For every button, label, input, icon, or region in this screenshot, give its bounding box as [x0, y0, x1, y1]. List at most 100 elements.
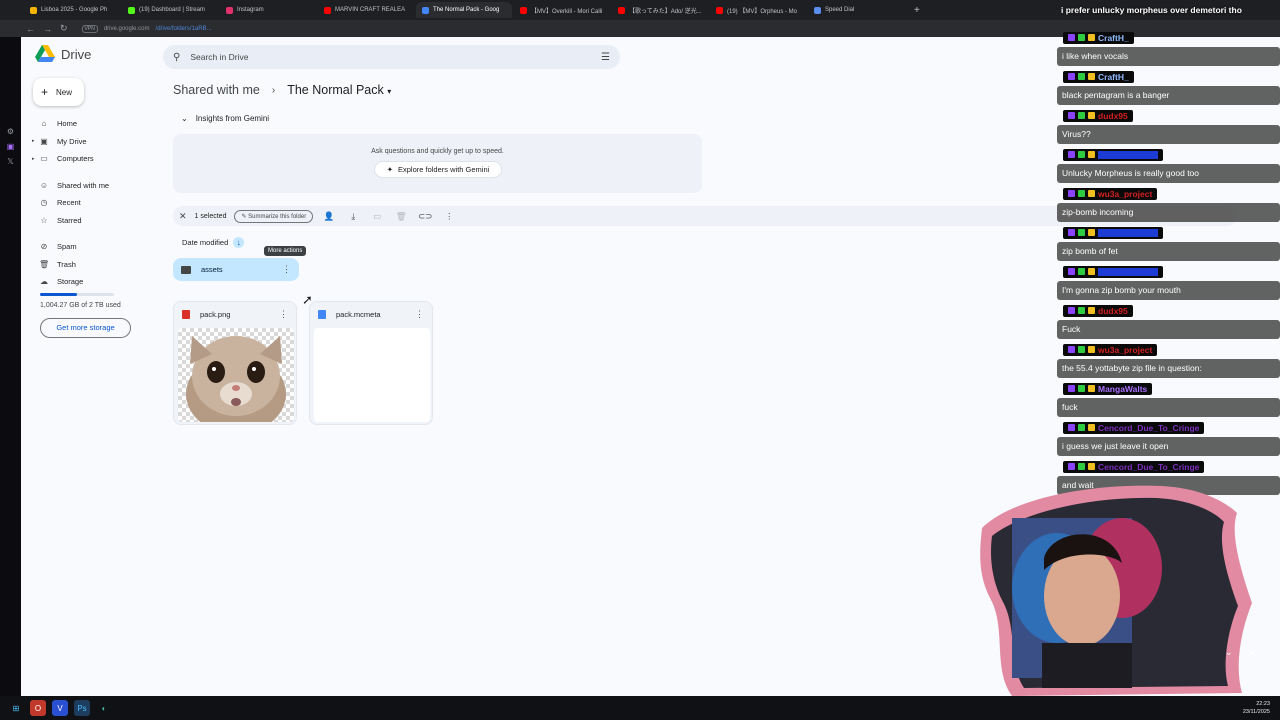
tab-favicon-icon — [30, 6, 37, 14]
chat-username[interactable]: wu3a_project — [1063, 187, 1158, 200]
sidebar-item-computers[interactable]: ▸ ▭ Computers — [31, 150, 151, 168]
back-icon[interactable]: ← — [26, 24, 35, 34]
sidebar-item-my-drive[interactable]: ▸ ▣ My Drive — [31, 133, 151, 151]
more-actions-icon[interactable]: ⋮ — [282, 264, 291, 275]
move-icon[interactable]: ▭ — [369, 211, 385, 222]
more-actions-icon[interactable]: ⋮ — [279, 309, 288, 320]
sidebar-item-starred[interactable]: ☆ Starred — [31, 212, 151, 230]
search-bar[interactable]: ⚲ Search in Drive ☰ — [163, 45, 620, 69]
stream-chat: CraftH_ i like when vocals CraftH_ black pe… — [1057, 28, 1280, 496]
delete-icon[interactable]: 🗑 — [393, 211, 409, 222]
chat-badge-icon — [1068, 190, 1075, 197]
close-icon[interactable]: ✕ — [1247, 647, 1256, 660]
vscode-icon[interactable]: V — [52, 700, 68, 716]
chat-username[interactable]: Cencord_Due_To_Cringe — [1063, 421, 1205, 434]
clock-icon: ◷ — [40, 198, 48, 208]
breadcrumb-parent[interactable]: Shared with me — [173, 83, 260, 97]
new-button[interactable]: + New — [33, 78, 84, 106]
new-tab-button[interactable]: + — [906, 5, 928, 16]
expand-caret-icon[interactable]: ▸ — [32, 156, 35, 162]
sidebar-item-home[interactable]: ⌂ Home — [31, 115, 151, 133]
x-icon[interactable]: 𝕏 — [0, 157, 21, 166]
browser-tab[interactable]: MARVIN CRAFT REALEA — [318, 2, 414, 18]
tab-favicon-icon — [520, 6, 527, 14]
browser-tab[interactable]: (19) 【MV】Orpheus - Mo — [710, 2, 806, 18]
explore-gemini-button[interactable]: ✦ Explore folders with Gemini — [374, 161, 502, 178]
search-input[interactable]: Search in Drive — [190, 52, 248, 62]
url-field[interactable]: VPN drive.google.com/drive/folders/1aRB.… — [76, 23, 218, 35]
vpn-badge[interactable]: VPN — [81, 24, 98, 33]
folder-item[interactable]: assets ⋮ — [173, 258, 299, 281]
chat-message-text: the 55.4 yottabyte zip file in question: — [1057, 359, 1280, 378]
sort-control[interactable]: Date modified ↓ — [182, 237, 245, 248]
chat-badge-icon — [1078, 424, 1085, 431]
sidebar-item-shared-with-me[interactable]: ☺ Shared with me — [31, 177, 151, 195]
sidebar-item-label: Home — [57, 119, 78, 129]
chat-username[interactable] — [1063, 226, 1163, 239]
chat-username[interactable]: MangaWalts — [1063, 382, 1153, 395]
breadcrumb-current[interactable]: The Normal Pack ▾ — [287, 83, 391, 97]
edge-icon[interactable]: ◐ — [96, 700, 112, 716]
sidebar-item-trash[interactable]: 🗑 Trash — [31, 256, 151, 274]
clear-selection-icon[interactable]: ✕ — [179, 211, 187, 222]
browser-tab[interactable]: The Normal Pack - Goog — [416, 2, 512, 18]
browser-tab[interactable]: (19) Dashboard | Stream — [122, 2, 218, 18]
new-label: New — [56, 87, 73, 97]
sidebar-item-spam[interactable]: ⊘ Spam — [31, 238, 151, 256]
file-card[interactable]: pack.png ⋮ — [173, 301, 297, 425]
tab-favicon-icon — [814, 6, 821, 14]
chat-message: Unlucky Morpheus is really good too — [1057, 145, 1280, 183]
sort-direction-icon[interactable]: ↓ — [233, 237, 245, 248]
twitch-icon[interactable]: ▣ — [0, 142, 21, 151]
share-icon[interactable]: 👤 — [321, 211, 337, 222]
sidebar-item-storage[interactable]: ☁ Storage — [31, 273, 151, 291]
trash-icon: 🗑 — [39, 259, 50, 269]
spam-icon: ⊘ — [40, 242, 48, 252]
browser-tab[interactable]: 【MV】Overkill - Mori Calli — [514, 2, 610, 18]
image-thumbnail — [178, 328, 294, 422]
tab-label: Instagram — [237, 7, 264, 13]
sidebar-item-recent[interactable]: ◷ Recent — [31, 194, 151, 212]
drive-logo-icon — [35, 45, 55, 62]
chat-username[interactable]: Cencord_Due_To_Cringe — [1063, 460, 1205, 473]
chat-username[interactable] — [1063, 265, 1163, 278]
chevron-down-icon[interactable]: ⌄ — [1225, 647, 1233, 658]
search-icon[interactable]: ⚲ — [173, 52, 180, 63]
chat-badge-icon — [1088, 34, 1095, 41]
expand-caret-icon[interactable]: ▸ — [32, 138, 35, 144]
opera-icon[interactable]: O — [30, 700, 46, 716]
chat-badge-icon — [1088, 463, 1095, 470]
browser-tab[interactable]: Lisboa 2025 - Google Ph — [24, 2, 120, 18]
more-actions-icon[interactable]: ⋮ — [441, 211, 457, 222]
gemini-insights-toggle[interactable]: ⌄ Insights from Gemini — [181, 114, 269, 123]
chat-username[interactable] — [1063, 148, 1163, 161]
filter-icon[interactable]: ☰ — [601, 52, 610, 63]
settings-icon[interactable]: ⚙ — [0, 127, 21, 136]
more-actions-icon[interactable]: ⋮ — [415, 309, 424, 320]
browser-tab[interactable]: 【歌ってみた】Ado/ 逆光... — [612, 2, 708, 18]
summarize-folder-button[interactable]: ✎ Summarize this folder — [234, 209, 314, 223]
photoshop-icon[interactable]: Ps — [74, 700, 90, 716]
username-text: Cencord_Due_To_Cringe — [1098, 422, 1200, 433]
username-text: wu3a_project — [1098, 188, 1153, 199]
reload-icon[interactable]: ↻ — [60, 23, 68, 34]
drive-logo[interactable]: Drive — [35, 45, 91, 63]
chat-username[interactable]: dudx95 — [1063, 304, 1133, 317]
link-icon[interactable]: ⊂⊃ — [417, 211, 433, 222]
chat-username[interactable]: CraftH_ — [1063, 70, 1134, 83]
sidebar-item-label: Computers — [57, 154, 94, 164]
browser-tab[interactable]: Instagram — [220, 2, 316, 18]
chat-username[interactable]: wu3a_project — [1063, 343, 1158, 356]
chat-badge-icon — [1078, 346, 1085, 353]
system-clock[interactable]: 22:23 23/11/2025 — [1243, 700, 1270, 716]
chat-badge-icon — [1088, 112, 1095, 119]
get-more-storage-button[interactable]: Get more storage — [40, 317, 131, 338]
browser-tab[interactable]: Speed Dial — [808, 2, 904, 18]
windows-start-icon[interactable]: ⊞ — [8, 700, 24, 716]
forward-icon[interactable]: → — [43, 24, 52, 34]
download-icon[interactable]: ⤓ — [345, 211, 361, 222]
chat-username[interactable]: CraftH_ — [1063, 31, 1134, 44]
file-card[interactable]: pack.mcmeta ⋮ — [309, 301, 433, 425]
file-name: pack.png — [200, 309, 231, 319]
chat-username[interactable]: dudx95 — [1063, 109, 1133, 122]
